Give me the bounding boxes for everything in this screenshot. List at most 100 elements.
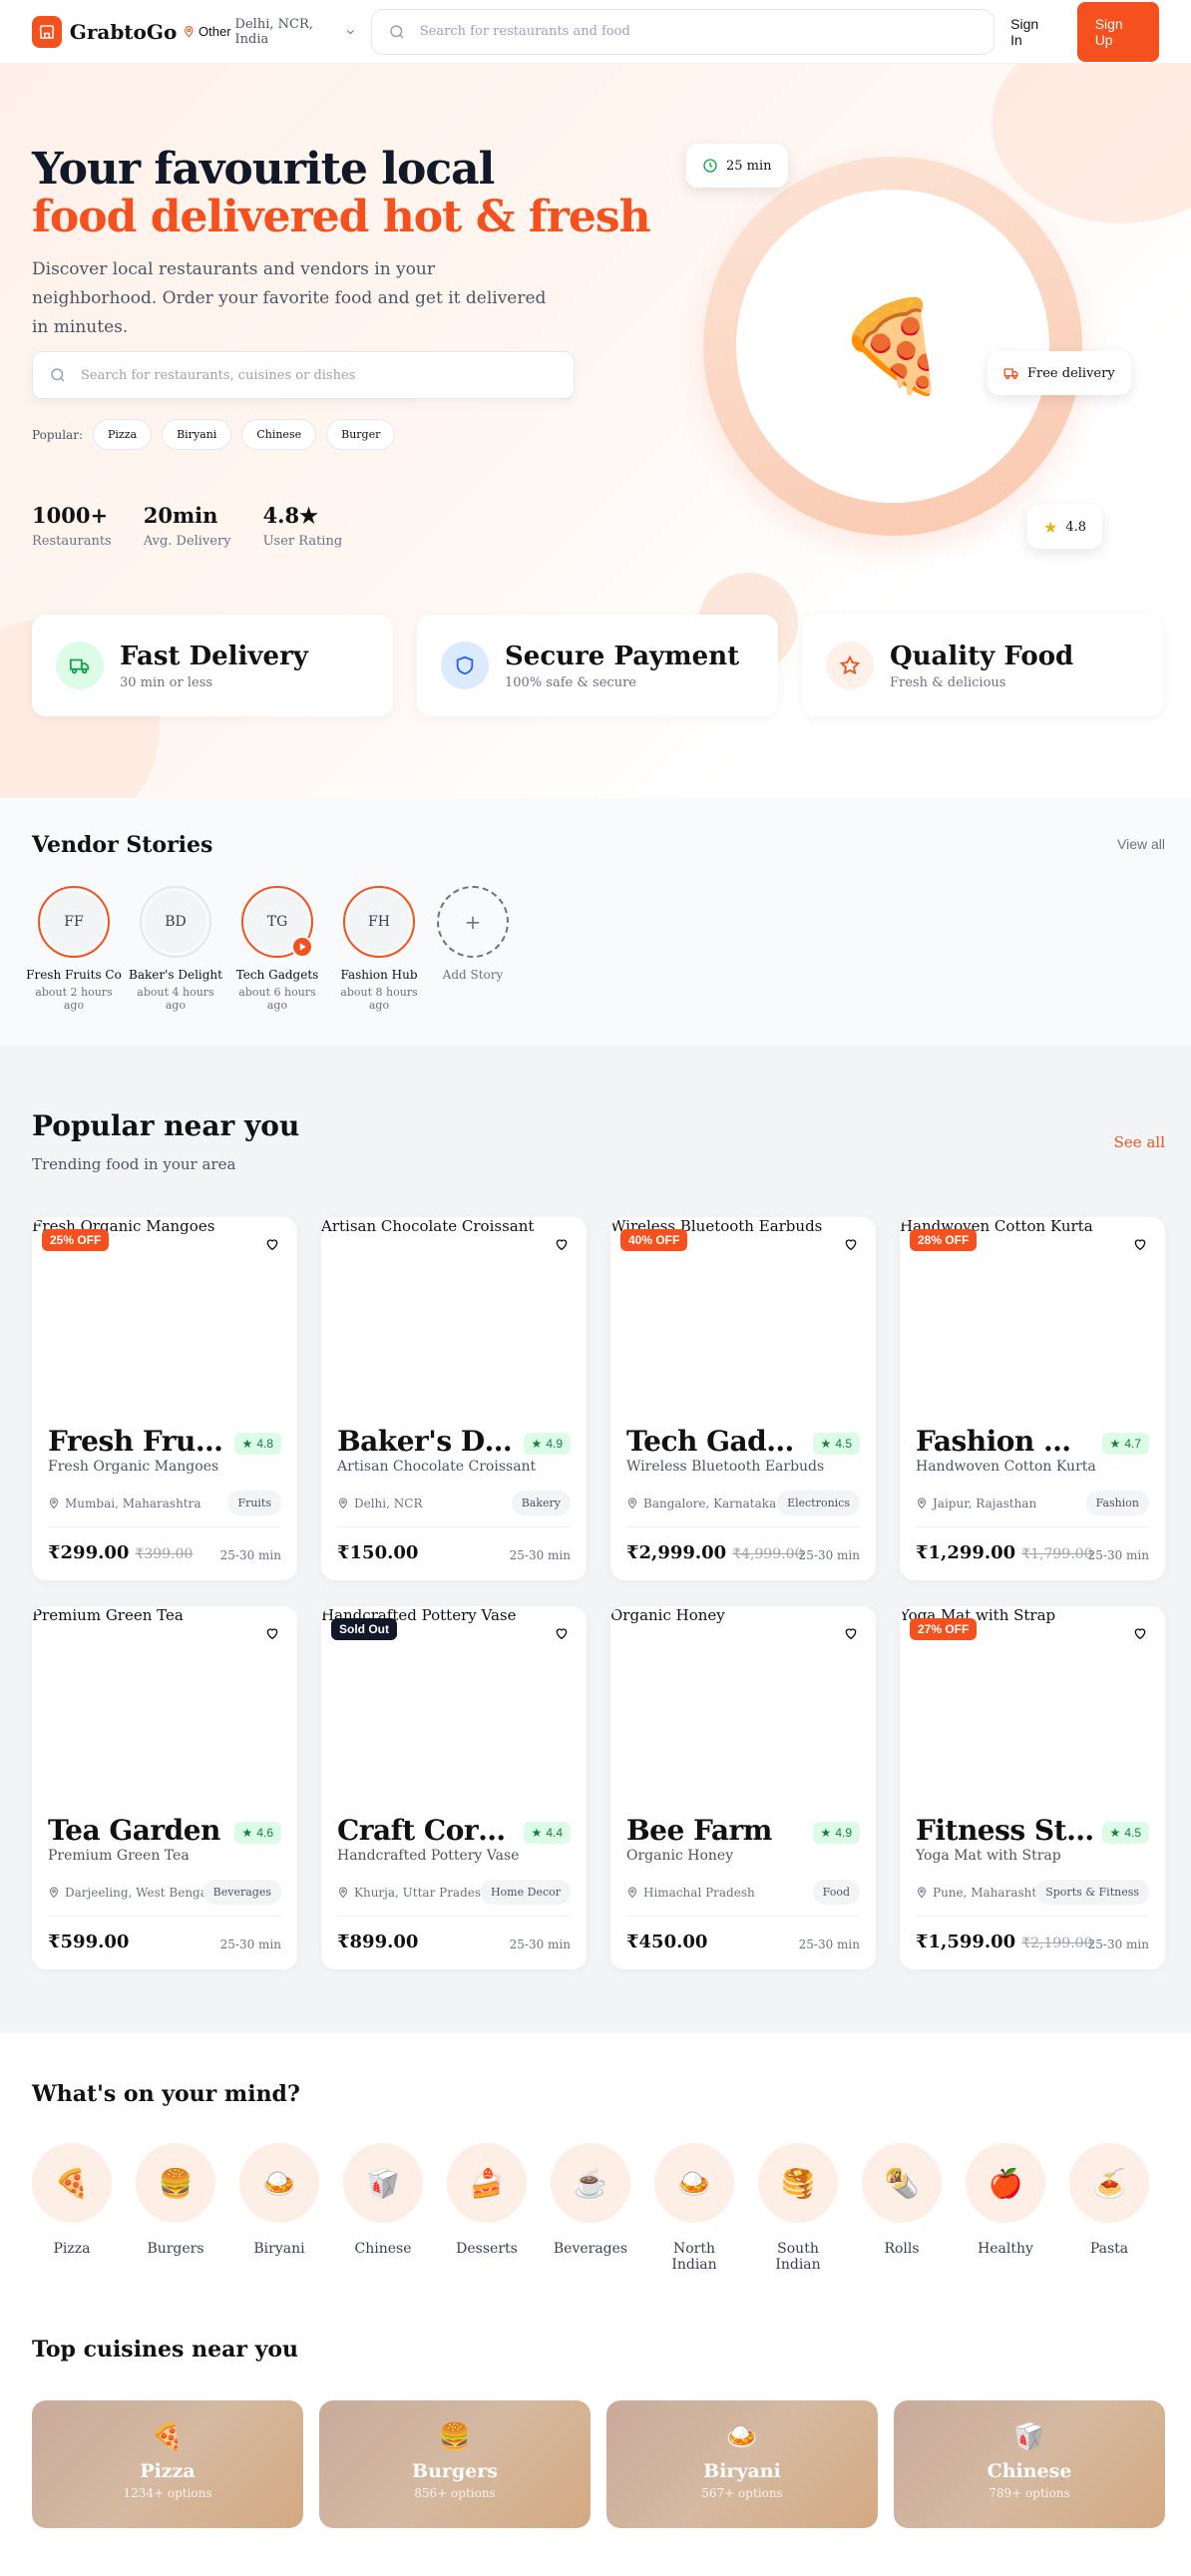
- heart-icon[interactable]: [257, 1618, 287, 1648]
- vendor-name[interactable]: Craft Corner: [337, 1814, 517, 1847]
- vendor-name[interactable]: Baker's Delight: [337, 1425, 517, 1458]
- stat-value: 4.8★: [262, 503, 318, 528]
- heart-icon[interactable]: [547, 1618, 577, 1648]
- category-item-healthy[interactable]: 🍎 Healthy: [961, 2143, 1050, 2257]
- product-card[interactable]: Premium Green Tea Tea Garden ★ 4.6 Premiu…: [32, 1606, 297, 1969]
- product-card[interactable]: Wireless Bluetooth Earbuds 40% OFF Tech …: [610, 1217, 876, 1580]
- category-tag: Beverages: [202, 1880, 281, 1905]
- original-price: ₹1,799.00: [1021, 1546, 1093, 1562]
- map-pin-icon: [49, 1498, 59, 1509]
- cuisine-card-chinese[interactable]: 🥡 Chinese 789+ options: [894, 2400, 1165, 2528]
- story-fashion-hub[interactable]: FH Fashion Hub about 8 hours ago: [329, 886, 429, 1012]
- chinese-icon: 🥡: [1012, 2422, 1046, 2452]
- category-label: Pasta: [1089, 2241, 1129, 2257]
- category-item-burgers[interactable]: 🍔 Burgers: [131, 2143, 220, 2257]
- vendor-name[interactable]: Fashion Hub: [916, 1425, 1095, 1458]
- product-card[interactable]: Handwoven Cotton Kurta 28% OFF Fashion H…: [900, 1217, 1165, 1580]
- category-item-north-indian[interactable]: 🍛 North Indian: [649, 2143, 739, 2273]
- category-tag: Home Decor: [480, 1880, 571, 1905]
- location-text: Mumbai, Maharashtra: [65, 1497, 201, 1510]
- popular-chip-biryani[interactable]: Biryani: [162, 419, 232, 450]
- category-label: Rolls: [884, 2241, 920, 2257]
- cuisine-card-biryani[interactable]: 🍛 Biryani 567+ options: [606, 2400, 878, 2528]
- category-item-biryani[interactable]: 🍛 Biryani: [234, 2143, 324, 2257]
- story-name: Tech Gadgets: [235, 968, 319, 982]
- cuisine-options: 1234+ options: [123, 2486, 212, 2500]
- category-item-chinese[interactable]: 🥡 Chinese: [338, 2143, 428, 2257]
- vendor-name[interactable]: Tea Garden: [48, 1814, 220, 1847]
- divider: [626, 1916, 860, 1917]
- popular-chip-chinese[interactable]: Chinese: [241, 419, 317, 450]
- mind-title: What's on your mind?: [32, 2081, 300, 2107]
- category-item-pizza[interactable]: 🍕 Pizza: [27, 2143, 117, 2257]
- popular-label: Popular:: [32, 427, 83, 442]
- view-all-link[interactable]: View all: [1117, 836, 1165, 852]
- heart-icon[interactable]: [1125, 1229, 1155, 1259]
- story-tech-gadgets[interactable]: TG Tech Gadgets about 6 hours ago: [227, 886, 327, 1012]
- product-card[interactable]: Artisan Chocolate Croissant Baker's Deli…: [321, 1217, 587, 1580]
- header-search-input[interactable]: Search for restaurants and food: [370, 8, 995, 55]
- vendor-name[interactable]: Tech Gadgets: [626, 1425, 806, 1458]
- category-item-pasta[interactable]: 🍝 Pasta: [1064, 2143, 1154, 2257]
- play-icon: [291, 936, 313, 958]
- heart-icon[interactable]: [836, 1229, 866, 1259]
- category-label: Pizza: [53, 2241, 91, 2257]
- category-item-desserts[interactable]: 🍰 Desserts: [442, 2143, 532, 2257]
- current-price: ₹1,599.00: [916, 1932, 1016, 1952]
- divider: [916, 1526, 1149, 1527]
- product-name: Handwoven Cotton Kurta: [916, 1459, 1096, 1475]
- add-story-button[interactable]: + Add Story: [423, 886, 523, 982]
- popular-chip-burger[interactable]: Burger: [326, 419, 396, 450]
- vendor-name[interactable]: Bee Farm: [626, 1814, 772, 1847]
- heart-icon[interactable]: [836, 1618, 866, 1648]
- popular-chip-pizza[interactable]: Pizza: [93, 419, 153, 450]
- vendor-name[interactable]: Fitness Store: [916, 1814, 1095, 1847]
- divider: [337, 1916, 571, 1917]
- current-price: ₹2,999.00: [626, 1542, 727, 1563]
- divider: [916, 1916, 1149, 1917]
- price: ₹150.00: [337, 1542, 418, 1563]
- cuisine-card-pizza[interactable]: 🍕 Pizza 1234+ options: [32, 2400, 303, 2528]
- sign-in-button[interactable]: Sign In: [1010, 16, 1051, 48]
- vendor-stories-section: Vendor Stories View all FF Fresh Fruits …: [0, 798, 1191, 1046]
- product-card[interactable]: Organic Honey Bee Farm ★ 4.9 Organic Hone…: [610, 1606, 876, 1969]
- cuisine-card-burgers[interactable]: 🍔 Burgers 856+ options: [319, 2400, 591, 2528]
- cuisine-name: Pizza: [140, 2460, 196, 2482]
- product-card[interactable]: Handcrafted Pottery Vase Sold Out Craft …: [321, 1606, 587, 1969]
- discount-badge: 27% OFF: [910, 1618, 978, 1640]
- location-text: Jaipur, Rajasthan: [933, 1497, 1037, 1510]
- story-fresh-fruits[interactable]: FF Fresh Fruits Co about 2 hours ago: [24, 886, 124, 1012]
- category-item-beverages[interactable]: ☕ Beverages: [546, 2143, 635, 2257]
- product-card[interactable]: Yoga Mat with Strap 27% OFF Fitness Stor…: [900, 1606, 1165, 1969]
- biryani-icon: 🍛: [239, 2143, 319, 2223]
- rating-value: 4.5: [835, 1437, 852, 1451]
- vendor-name[interactable]: Fresh Fruits Co: [48, 1425, 227, 1458]
- category-label: Beverages: [553, 2241, 628, 2257]
- product-name: Artisan Chocolate Croissant: [337, 1459, 537, 1475]
- sign-up-button[interactable]: Sign Up: [1076, 1, 1159, 62]
- map-pin-icon: [49, 1887, 59, 1899]
- decor-blob: [992, 64, 1191, 223]
- see-all-link[interactable]: See all: [1114, 1133, 1165, 1151]
- category-item-rolls[interactable]: 🌯 Rolls: [857, 2143, 947, 2257]
- product-name: Yoga Mat with Strap: [916, 1848, 1061, 1864]
- store-logo-icon[interactable]: [32, 15, 62, 48]
- heart-icon[interactable]: [547, 1229, 577, 1259]
- heart-icon[interactable]: [257, 1229, 287, 1259]
- map-pin-icon: [627, 1498, 637, 1509]
- brand-name[interactable]: GrabtoGo: [70, 20, 178, 44]
- location-text: Delhi, NCR: [354, 1497, 423, 1510]
- category-tag: Bakery: [511, 1491, 571, 1515]
- map-pin-icon: [185, 25, 194, 38]
- product-card[interactable]: Fresh Organic Mangoes 25% OFF Fresh Frui…: [32, 1217, 297, 1580]
- cuisine-name: Burgers: [412, 2460, 498, 2482]
- location-selector[interactable]: Other Delhi, NCR, India: [183, 17, 357, 47]
- story-bakers-delight[interactable]: BD Baker's Delight about 4 hours ago: [126, 886, 225, 1012]
- stat-value: 1000+: [32, 503, 109, 528]
- location-text: Darjeeling, West Bengal: [65, 1886, 211, 1900]
- hero-search-input[interactable]: Search for restaurants, cuisines or dish…: [32, 351, 575, 399]
- pasta-icon: 🍝: [1069, 2143, 1149, 2223]
- divider: [337, 1526, 571, 1527]
- heart-icon[interactable]: [1125, 1618, 1155, 1648]
- category-item-south-indian[interactable]: 🥞 South Indian: [753, 2143, 843, 2273]
